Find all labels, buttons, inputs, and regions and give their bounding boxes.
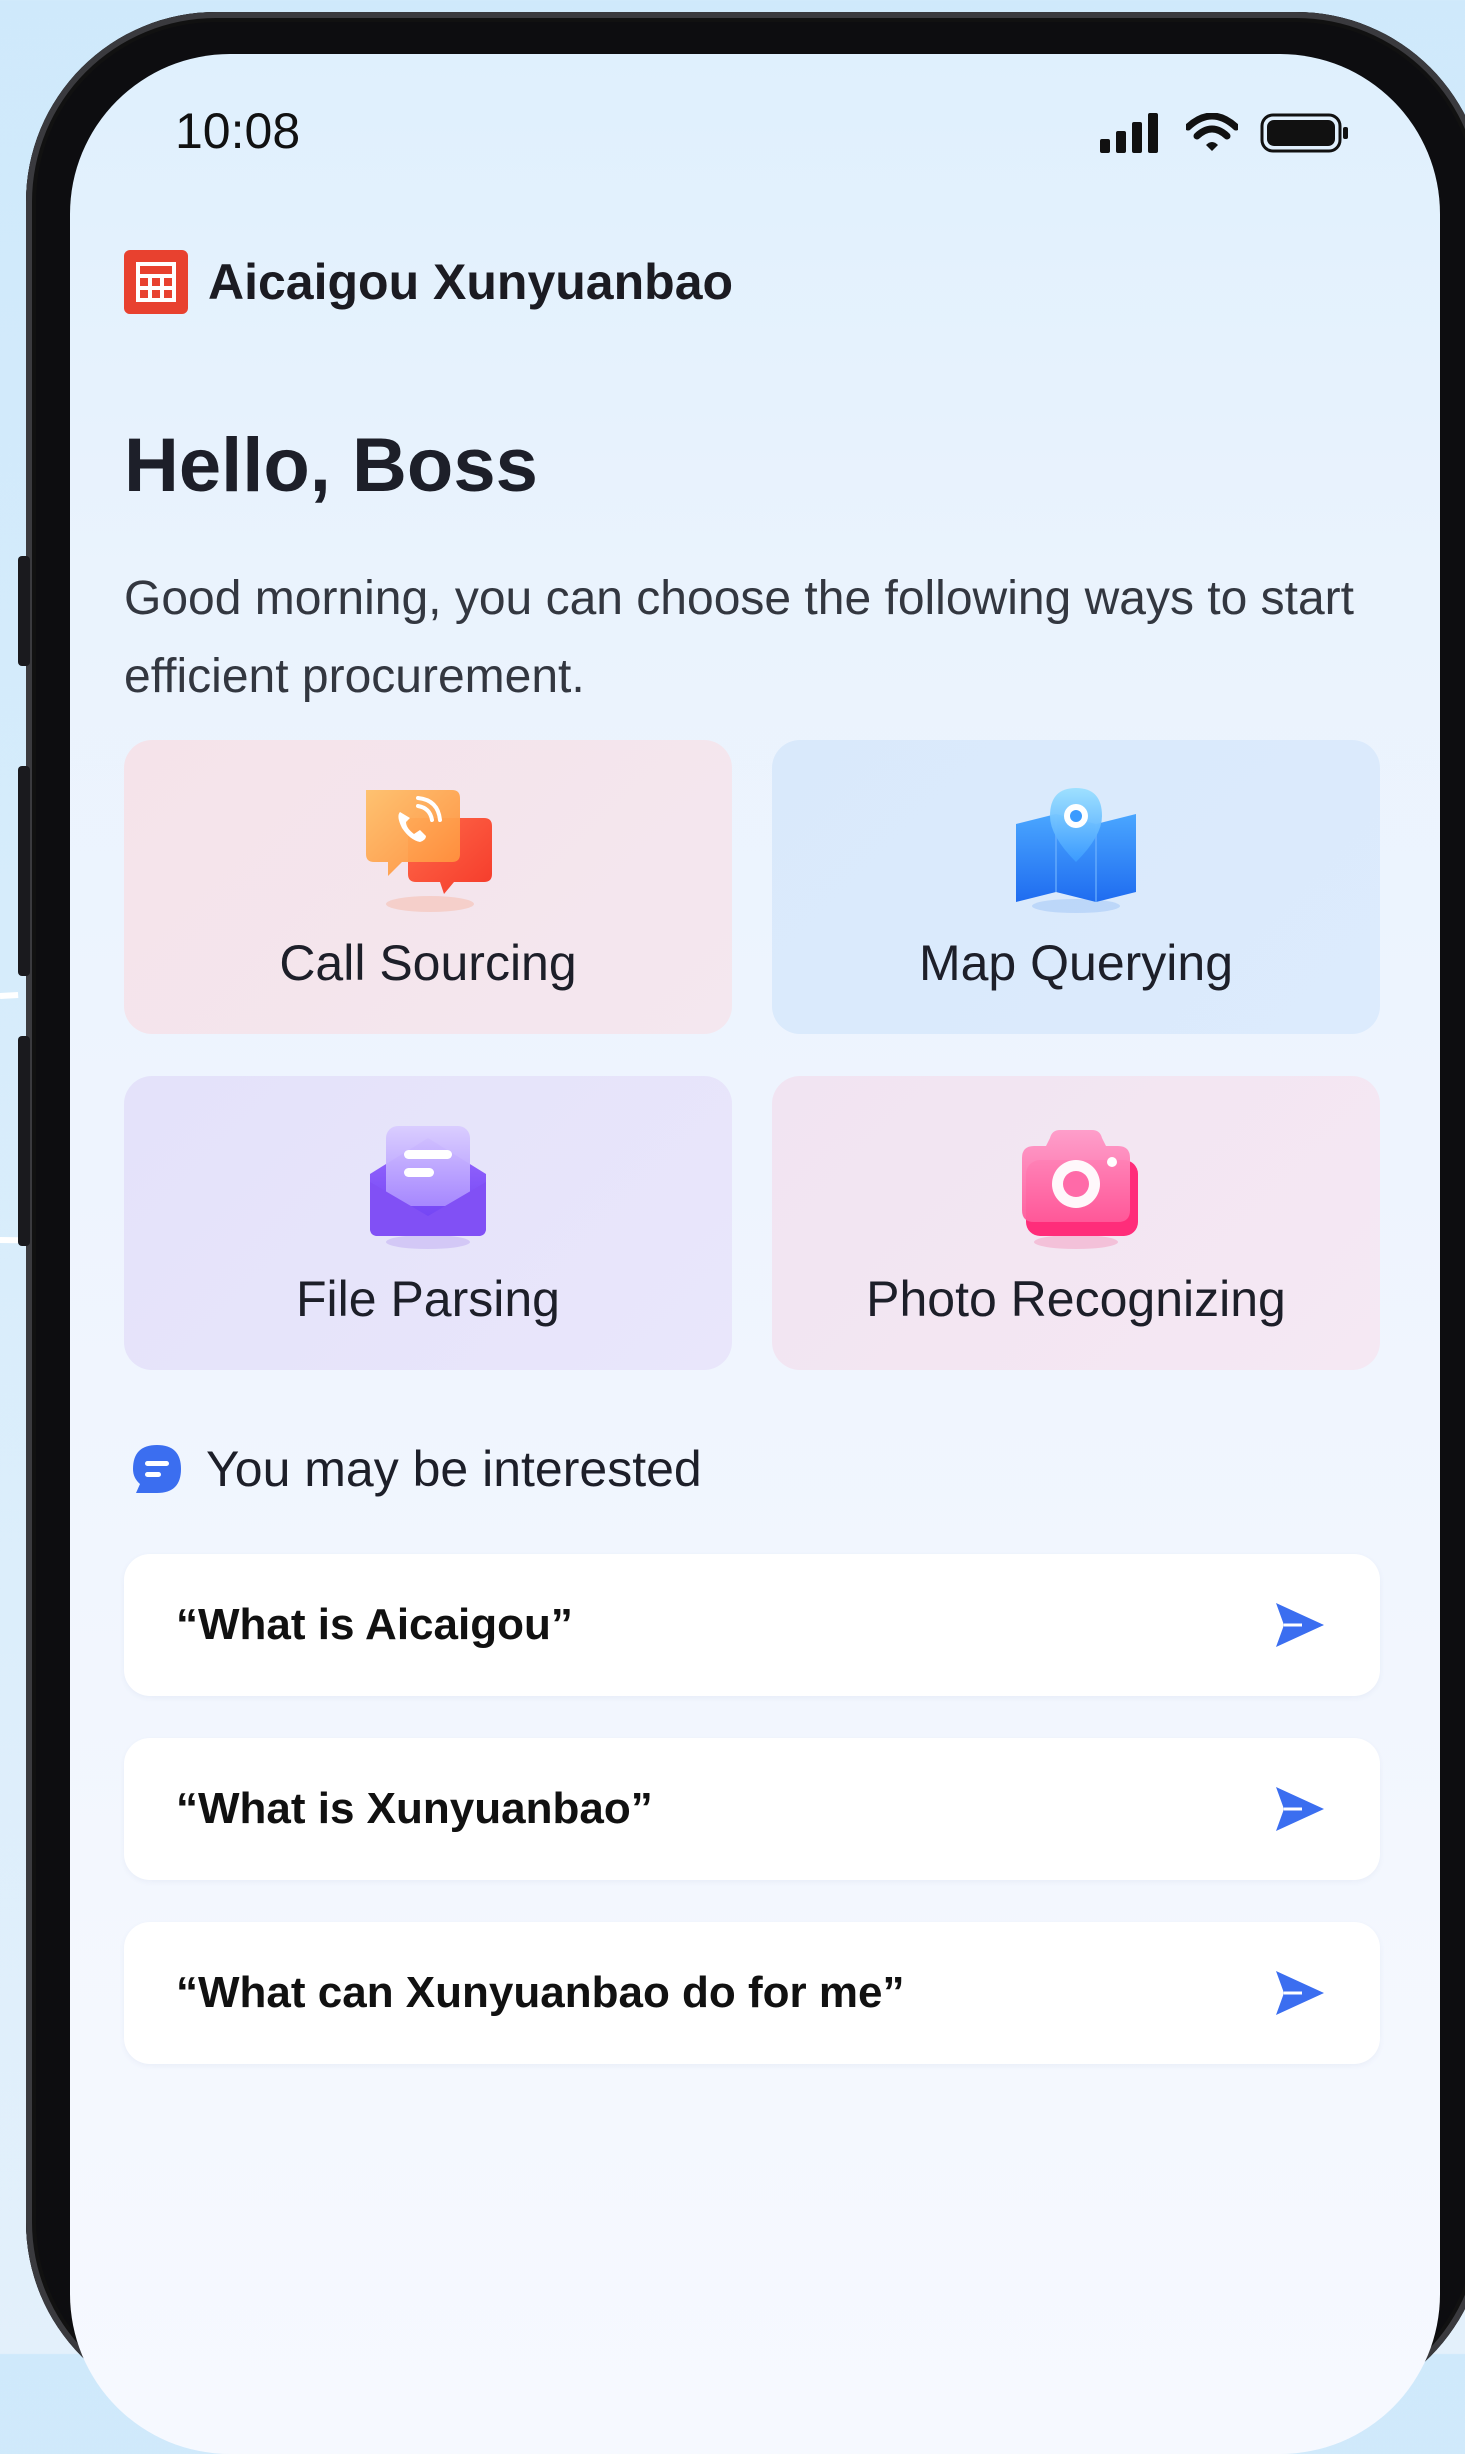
file-parsing-label: File Parsing [296, 1271, 560, 1327]
suggested-question-text: “What is Xunyuanbao” [176, 1784, 653, 1833]
call-sourcing-label: Call Sourcing [279, 935, 577, 991]
interest-title: You may be interested [206, 1441, 702, 1497]
suggested-question-text: “What is Aicaigou” [176, 1600, 573, 1649]
photo-recognizing-card[interactable]: Photo Recognizing [772, 1076, 1380, 1370]
camera-icon [1006, 1120, 1146, 1250]
suggested-question[interactable]: “What is Aicaigou” [124, 1554, 1380, 1696]
greeting-subtitle: Good morning, you can choose the followi… [124, 572, 1354, 703]
map-querying-label: Map Querying [918, 935, 1234, 991]
map-pin-icon [1006, 784, 1146, 914]
send-icon[interactable] [1272, 1965, 1328, 2021]
status-time: 10:08 [175, 103, 301, 159]
status-icons [1100, 112, 1350, 154]
phone-side-button [18, 766, 30, 976]
brand-header: Aicaigou Xunyuanbao [124, 250, 733, 314]
app-screen: 10:08 Aicaigou Xunyuanbao Hello, Boss Go… [70, 54, 1440, 2454]
suggested-question[interactable]: “What can Xunyuanbao do for me” [124, 1922, 1380, 2064]
aicaigou-logo-icon [124, 250, 188, 314]
battery-icon [1260, 113, 1348, 153]
suggested-question[interactable]: “What is Xunyuanbao” [124, 1738, 1380, 1880]
file-parsing-card[interactable]: File Parsing [124, 1076, 732, 1370]
brand-name: Aicaigou Xunyuanbao [208, 254, 734, 310]
wifi-icon [1186, 113, 1238, 151]
photo-recognizing-label: Photo Recognizing [866, 1271, 1286, 1327]
phone-side-button [18, 556, 30, 666]
send-icon[interactable] [1272, 1597, 1328, 1653]
send-icon[interactable] [1272, 1781, 1328, 1837]
phone-chat-icon [358, 784, 498, 914]
suggested-question-text: “What can Xunyuanbao do for me” [176, 1968, 905, 2017]
signal-icon [1100, 113, 1158, 153]
chat-bubble-icon [133, 1445, 181, 1493]
map-querying-card[interactable]: Map Querying [772, 740, 1380, 1034]
interest-section-header: You may be interested [130, 1440, 702, 1498]
phone-side-button [18, 1036, 30, 1246]
call-sourcing-card[interactable]: Call Sourcing [124, 740, 732, 1034]
envelope-document-icon [358, 1120, 498, 1250]
greeting-title: Hello, Boss [124, 423, 538, 508]
